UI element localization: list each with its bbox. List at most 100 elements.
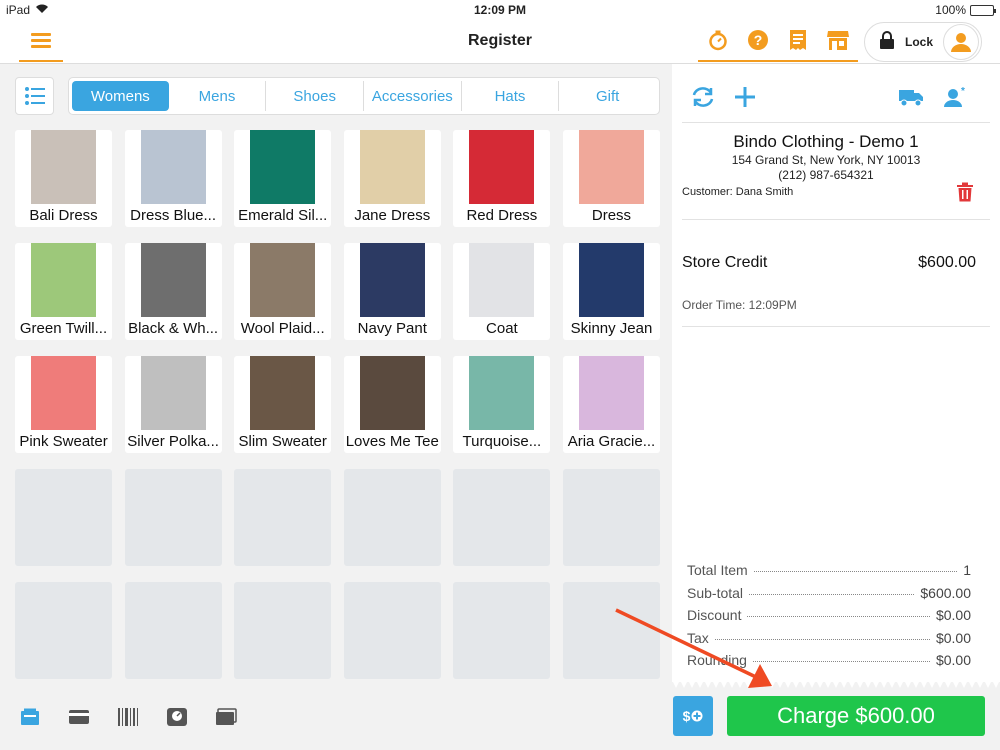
store-phone: (212) 987-654321 — [778, 168, 874, 182]
totals-value: $0.00 — [935, 652, 971, 668]
product-image — [250, 130, 316, 204]
timer-icon[interactable] — [706, 28, 730, 52]
product-tile[interactable]: Pink Sweater — [15, 356, 112, 453]
help-icon[interactable]: ? — [746, 28, 770, 52]
totals-label: Total Item — [687, 562, 748, 578]
battery-icon — [970, 4, 996, 16]
tab-hats[interactable]: Hats — [462, 81, 560, 111]
empty-product-slot[interactable] — [234, 469, 332, 566]
order-panel: * Bindo Clothing - Demo 1 154 Grand St, … — [672, 64, 1000, 688]
product-name: Pink Sweater — [19, 433, 108, 450]
product-tile[interactable]: Aria Gracie... — [562, 356, 660, 453]
totals-row: Tax $0.00 — [687, 630, 971, 653]
order-totals: Total Item 1 Sub-total $600.00 Discount $0.00… — [687, 562, 971, 675]
charge-button[interactable]: Charge $600.00 — [727, 696, 985, 736]
tab-gift[interactable]: Gift — [559, 81, 656, 111]
svg-text:*: * — [961, 86, 965, 97]
barcode-icon[interactable] — [116, 706, 140, 728]
add-item-icon[interactable] — [732, 84, 758, 110]
empty-product-slot[interactable] — [124, 469, 222, 566]
line-item-name: Store Credit — [682, 254, 768, 271]
empty-product-slot[interactable] — [234, 582, 332, 679]
receipt-icon[interactable] — [786, 28, 810, 52]
product-tile[interactable]: Bali Dress — [15, 130, 112, 227]
product-name: Skinny Jean — [570, 320, 653, 337]
product-tile[interactable]: Loves Me Tee — [343, 356, 441, 453]
empty-product-slot[interactable] — [124, 582, 222, 679]
scale-icon[interactable] — [165, 706, 189, 728]
product-image — [578, 130, 644, 204]
product-image — [578, 243, 644, 317]
tab-accessories[interactable]: Accessories — [364, 81, 462, 111]
product-name: Aria Gracie... — [567, 433, 656, 450]
product-image — [140, 130, 206, 204]
product-tile[interactable]: Wool Plaid... — [234, 243, 332, 340]
product-tile[interactable]: Slim Sweater — [234, 356, 332, 453]
product-image — [140, 243, 206, 317]
user-avatar-button[interactable] — [943, 24, 979, 60]
product-image — [578, 356, 644, 430]
product-name: Navy Pant — [357, 320, 427, 337]
product-name: Bali Dress — [29, 207, 98, 224]
trash-icon[interactable] — [956, 182, 974, 202]
drawer-icon[interactable] — [214, 706, 238, 728]
product-image — [359, 356, 425, 430]
product-tile[interactable]: Jane Dress — [343, 130, 441, 227]
empty-product-slot[interactable] — [453, 582, 551, 679]
plus-circle-icon — [691, 710, 703, 722]
svg-text:?: ? — [754, 32, 763, 48]
tab-shoes[interactable]: Shoes — [266, 81, 365, 111]
receipt-edge — [672, 680, 1000, 688]
totals-row: Total Item 1 — [687, 562, 971, 585]
top-bar: Register ? Lock — [0, 20, 1000, 64]
empty-product-slot[interactable] — [15, 469, 112, 566]
product-image — [31, 243, 96, 317]
menu-button[interactable] — [19, 20, 63, 62]
bottom-toolbar — [18, 706, 238, 728]
add-customer-icon[interactable]: * — [942, 84, 968, 110]
totals-row: Sub-total $600.00 — [687, 585, 971, 608]
product-image — [469, 356, 535, 430]
product-name: Wool Plaid... — [240, 320, 325, 337]
product-tile[interactable]: Coat — [453, 243, 551, 340]
store-name: Bindo Clothing - Demo 1 — [733, 132, 919, 151]
product-image — [250, 243, 316, 317]
register-icon[interactable] — [18, 706, 42, 728]
line-item-price: $600.00 — [918, 254, 976, 271]
empty-product-slot[interactable] — [15, 582, 112, 679]
product-tile[interactable]: Silver Polka... — [124, 356, 222, 453]
empty-product-slot[interactable] — [343, 582, 441, 679]
totals-label: Discount — [687, 607, 742, 623]
product-image — [31, 130, 96, 204]
product-tile[interactable]: Dress — [562, 130, 660, 227]
product-tile[interactable]: Black & Wh... — [124, 243, 222, 340]
product-tile[interactable]: Dress Blue... — [124, 130, 222, 227]
tab-mens[interactable]: Mens — [169, 81, 267, 111]
product-tile[interactable]: Turquoise... — [453, 356, 551, 453]
refresh-icon[interactable] — [690, 84, 716, 110]
card-icon[interactable] — [67, 706, 91, 728]
list-view-button[interactable] — [15, 77, 54, 115]
product-tile[interactable]: Skinny Jean — [562, 243, 660, 340]
empty-product-slot[interactable] — [562, 582, 660, 679]
product-image — [359, 130, 425, 204]
product-tile[interactable]: Green Twill... — [15, 243, 112, 340]
add-cash-button[interactable]: $ — [673, 696, 713, 736]
lock-button[interactable]: Lock — [864, 22, 982, 62]
tab-womens[interactable]: Womens — [72, 81, 169, 111]
empty-product-slot[interactable] — [343, 469, 441, 566]
product-name: Jane Dress — [354, 207, 431, 224]
empty-product-slot[interactable] — [453, 469, 551, 566]
list-icon — [24, 87, 45, 105]
product-tile[interactable]: Emerald Sil... — [234, 130, 332, 227]
product-tile[interactable]: Navy Pant — [343, 243, 441, 340]
product-name: Coat — [486, 320, 518, 337]
lock-label: Lock — [905, 35, 934, 49]
order-line-item[interactable]: Store Credit $600.00 — [682, 254, 976, 272]
delivery-truck-icon[interactable] — [898, 84, 924, 110]
empty-product-slot[interactable] — [562, 469, 660, 566]
product-tile[interactable]: Red Dress — [453, 130, 551, 227]
store-icon[interactable] — [826, 28, 850, 52]
product-name: Slim Sweater — [238, 433, 327, 450]
product-grid: Bali Dress Dress Blue... Emerald Sil... Jan… — [15, 130, 660, 679]
